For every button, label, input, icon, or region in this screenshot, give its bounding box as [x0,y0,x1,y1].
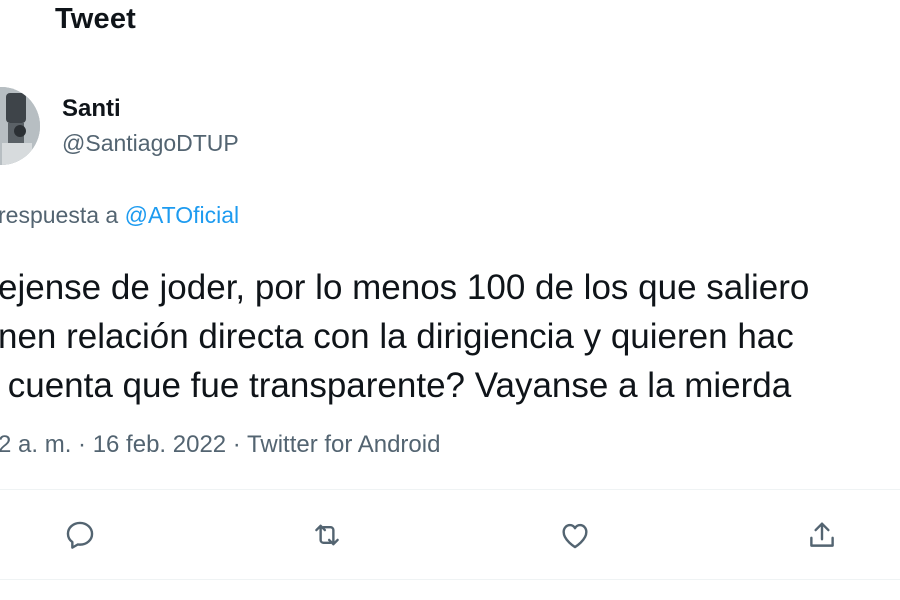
author-name[interactable]: Santi [62,95,121,123]
tweet-text: ejense de joder, por lo menos 100 de los… [0,263,900,410]
retweet-icon [315,524,339,546]
divider [0,579,900,580]
reply-button[interactable] [60,515,100,555]
reply-target-link[interactable]: @ATOficial [125,202,240,228]
retweet-button[interactable] [307,515,347,555]
tweet-text-line: cuenta que fue transparente? Vayanse a l… [0,366,792,405]
page-title: Tweet [55,3,137,35]
share-button[interactable] [802,515,842,555]
share-icon [810,522,834,547]
heart-icon [562,523,588,549]
divider [0,489,900,490]
reply-context: respuesta a @ATOficial [0,202,239,229]
tweet-detail-page: Tweet Santi @SantiagoDTUP respuesta a @A… [0,0,900,600]
tweet-timestamp[interactable]: 2 a. m. · 16 feb. 2022 · Twitter for And… [0,431,440,459]
like-button[interactable] [555,515,595,555]
avatar[interactable] [0,87,40,165]
author-handle[interactable]: @SantiagoDTUP [62,130,239,157]
reply-icon [66,521,94,549]
reply-prefix: respuesta a [0,202,119,228]
tweet-text-line: ejense de joder, por lo menos 100 de los… [0,268,810,307]
avatar-photo [0,87,40,165]
tweet-text-line: nen relación directa con la dirigiencia … [0,317,794,356]
